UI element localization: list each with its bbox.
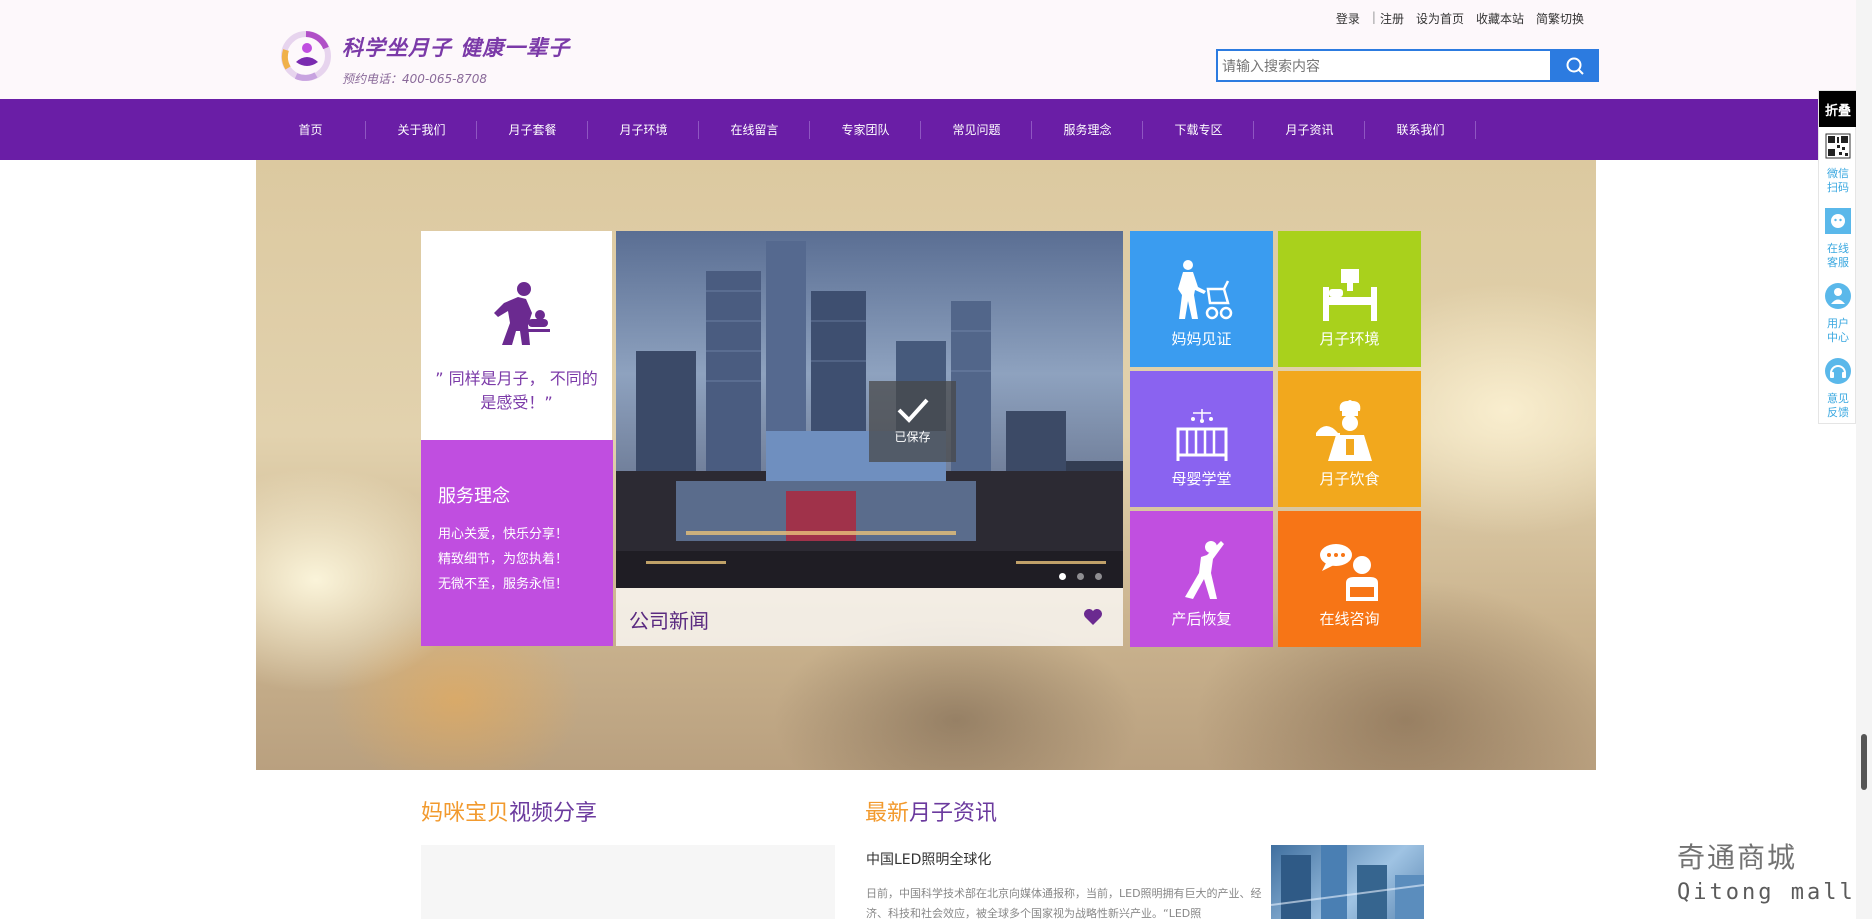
- saved-toast: 已保存: [869, 381, 956, 462]
- feedback-button[interactable]: 意见反馈: [1819, 358, 1857, 420]
- service-line: 用心关爱，快乐分享！: [438, 527, 569, 542]
- online-service-button[interactable]: 在线客服: [1819, 208, 1857, 270]
- video-player[interactable]: [421, 845, 835, 919]
- watermark: 奇通商城 Qitong mall: [1677, 836, 1862, 905]
- wechat-scan-label: 微信扫码: [1827, 167, 1849, 194]
- tile-label: 母婴学堂: [1171, 470, 1232, 488]
- search-button[interactable]: [1550, 49, 1599, 82]
- register-link[interactable]: 注册: [1380, 10, 1404, 27]
- search-icon: [1566, 57, 1584, 75]
- video-section-title: 妈咪宝贝视频分享: [421, 795, 597, 827]
- crib-icon: [1176, 409, 1227, 461]
- nav-item-message[interactable]: 在线留言: [699, 99, 810, 160]
- fold-button[interactable]: 折叠: [1819, 91, 1857, 127]
- service-panel[interactable]: 服务理念 用心关爱，快乐分享！ 精致细节，为您执着！ 无微不至，服务永恒！: [421, 440, 613, 646]
- tile-environment[interactable]: 月子环境: [1278, 231, 1421, 367]
- consult-icon: [1319, 544, 1378, 601]
- set-homepage-link[interactable]: 设为首页: [1416, 10, 1464, 27]
- heart-icon[interactable]: [1083, 608, 1103, 626]
- service-line: 无微不至，服务永恒！: [438, 577, 569, 592]
- login-link[interactable]: 登录: [1336, 10, 1360, 27]
- nav-item-environment[interactable]: 月子环境: [588, 99, 699, 160]
- watermark-en: Qitong mall: [1677, 880, 1856, 905]
- hotline: 预约电话：400-065-8708: [342, 72, 488, 86]
- nav-item-news[interactable]: 月子资讯: [1254, 99, 1365, 160]
- nav-item-service[interactable]: 服务理念: [1032, 99, 1143, 160]
- skyscraper-image: [1271, 845, 1424, 919]
- tile-mother-baby-class[interactable]: 母婴学堂: [1130, 371, 1273, 507]
- search-input[interactable]: [1216, 49, 1550, 82]
- tile-online-consult[interactable]: 在线咨询: [1278, 511, 1421, 647]
- video-section-rest: 视频分享: [509, 801, 598, 826]
- nav-item-packages[interactable]: 月子套餐: [477, 99, 588, 160]
- news-item-title[interactable]: 中国LED照明全球化: [866, 849, 991, 869]
- tile-diet[interactable]: 月子饮食: [1278, 371, 1421, 507]
- logo-mark-icon: [280, 28, 332, 84]
- bookmark-link[interactable]: 收藏本站: [1476, 10, 1524, 27]
- news-section-title: 最新月子资讯: [865, 795, 997, 827]
- tile-postpartum-recovery[interactable]: 产后恢复: [1130, 511, 1273, 647]
- user-center-label: 用户中心: [1827, 317, 1849, 344]
- news-section-accent: 最新: [865, 801, 910, 826]
- company-news-bar[interactable]: 公司新闻: [616, 588, 1123, 646]
- nav-item-experts[interactable]: 专家团队: [810, 99, 921, 160]
- company-news-title: 公司新闻: [629, 609, 709, 633]
- news-item-description: 日前，中国科学技术部在北京向媒体通报称，当前，LED照明拥有巨大的产业、经济、科…: [866, 887, 1262, 919]
- yoga-icon: [1184, 541, 1224, 599]
- slide-dots: [616, 572, 1123, 580]
- scrollbar-thumb[interactable]: [1861, 734, 1867, 790]
- divider: |: [1371, 10, 1376, 24]
- language-switch-link[interactable]: 简繁切换: [1536, 10, 1584, 27]
- video-section-accent: 妈咪宝贝: [421, 801, 510, 826]
- user-center-button[interactable]: 用户中心: [1819, 283, 1857, 345]
- nav-item-contact[interactable]: 联系我们: [1365, 99, 1476, 160]
- nav-item-faq[interactable]: 常见问题: [921, 99, 1032, 160]
- tile-label: 妈妈见证: [1171, 330, 1232, 348]
- floating-toolbar: 折叠 微信扫码 在线客服 用户中心 意见反馈: [1818, 90, 1857, 424]
- slide-dot[interactable]: [1059, 573, 1066, 580]
- slide-dot[interactable]: [1077, 573, 1084, 580]
- nav-item-home[interactable]: 首页: [255, 99, 366, 160]
- bed-icon: [1322, 269, 1377, 321]
- logo[interactable]: 科学坐月子 健康一辈子 预约电话：400-065-8708: [280, 28, 570, 87]
- tile-label: 在线咨询: [1319, 610, 1380, 628]
- service-line: 精致细节，为您执着！: [438, 552, 569, 567]
- news-slide-image[interactable]: 已保存: [616, 231, 1123, 588]
- qr-code-icon: [1825, 133, 1851, 159]
- header: 科学坐月子 健康一辈子 预约电话：400-065-8708 登录 | 注册 设为…: [0, 0, 1856, 99]
- mother-baby-icon: [493, 282, 550, 345]
- tile-label: 月子饮食: [1319, 470, 1380, 488]
- check-icon: [897, 398, 928, 423]
- slogan: 科学坐月子 健康一辈子: [342, 35, 571, 60]
- wechat-scan-button[interactable]: 微信扫码: [1819, 133, 1857, 195]
- news-thumbnail-image[interactable]: [1271, 845, 1424, 919]
- nav-item-download[interactable]: 下载专区: [1143, 99, 1254, 160]
- headset-icon: [1825, 358, 1851, 384]
- quote-panel: ” 同样是月子， 不同的是感受！”: [421, 231, 612, 440]
- news-section-rest: 月子资讯: [909, 801, 998, 826]
- tile-label: 产后恢复: [1171, 610, 1232, 628]
- search-box: [1216, 49, 1599, 82]
- main-nav: 首页 关于我们 月子套餐 月子环境 在线留言 专家团队 常见问题 服务理念 下载…: [0, 99, 1856, 160]
- service-title: 服务理念: [438, 486, 510, 507]
- nav-item-about[interactable]: 关于我们: [366, 99, 477, 160]
- saved-label: 已保存: [894, 430, 931, 444]
- online-service-label: 在线客服: [1827, 242, 1849, 269]
- tile-mother-testimony[interactable]: 妈妈见证: [1130, 231, 1273, 367]
- customer-service-icon: [1825, 208, 1851, 234]
- watermark-cn: 奇通商城: [1677, 841, 1798, 874]
- quote-text: ” 同样是月子， 不同的是感受！”: [435, 369, 598, 412]
- top-links: 登录 | 注册 设为首页 收藏本站 简繁切换: [1336, 10, 1584, 27]
- chef-icon: [1315, 400, 1372, 461]
- feedback-label: 意见反馈: [1827, 392, 1849, 419]
- user-icon: [1825, 283, 1851, 309]
- mother-stroller-icon: [1177, 260, 1232, 320]
- slide-dot[interactable]: [1095, 573, 1102, 580]
- tile-label: 月子环境: [1319, 330, 1380, 348]
